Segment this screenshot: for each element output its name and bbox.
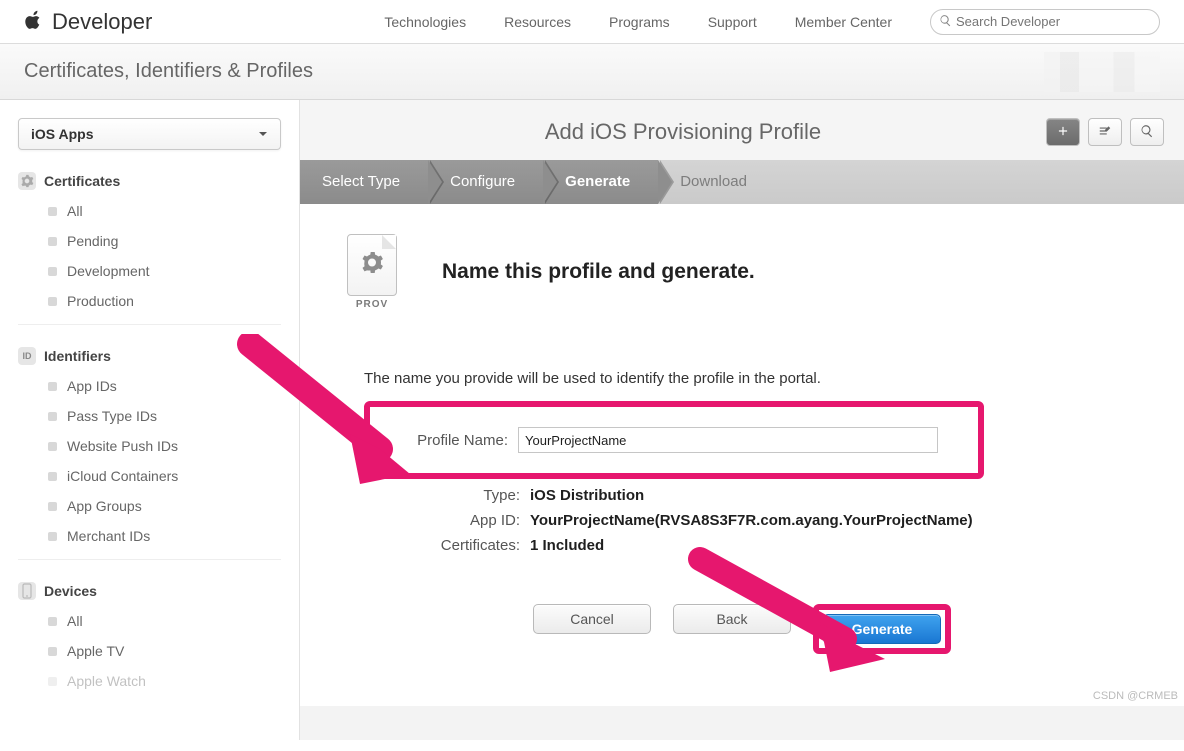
nav-link-programs[interactable]: Programs [609,14,670,30]
sidebar-item-cert-pending[interactable]: Pending [18,226,281,256]
sidebar-item-merchant-ids[interactable]: Merchant IDs [18,521,281,551]
sidebar-item-cert-production[interactable]: Production [18,286,281,316]
main-panel: Add iOS Provisioning Profile Select Type… [300,100,1184,740]
top-nav: Developer Technologies Resources Program… [0,0,1184,44]
step-configure[interactable]: Configure [428,160,543,204]
brand-title: Developer [52,9,152,35]
search-box[interactable] [930,9,1160,35]
profile-name-label: Profile Name: [388,432,518,449]
bullet-icon [48,617,57,626]
sidebar-group-certificates: Certificates All Pending Development Pro… [18,172,281,325]
certificates-icon [18,172,36,190]
sidebar-group-devices: Devices All Apple TV Apple Watch [18,582,281,704]
prov-file-label: PROV [342,299,402,310]
nav-link-resources[interactable]: Resources [504,14,571,30]
subheader-title: Certificates, Identifiers & Profiles [24,60,313,83]
sidebar-item-icloud-containers[interactable]: iCloud Containers [18,461,281,491]
sidebar-item-website-push-ids[interactable]: Website Push IDs [18,431,281,461]
bullet-icon [48,382,57,391]
bullet-icon [48,297,57,306]
generate-highlight: Generate [813,604,951,654]
action-bar: Cancel Back Generate [342,604,1142,676]
step-bar: Select Type Configure Generate Download [300,160,1184,204]
search-button[interactable] [1130,118,1164,146]
certificates-value: 1 Included [530,537,604,554]
sidebar-item-dev-all[interactable]: All [18,606,281,636]
edit-list-icon [1098,124,1112,141]
topnav-links: Technologies Resources Programs Support … [384,14,892,30]
bullet-icon [48,412,57,421]
edit-button[interactable] [1088,118,1122,146]
nav-link-technologies[interactable]: Technologies [384,14,466,30]
nav-link-support[interactable]: Support [708,14,757,30]
generate-button[interactable]: Generate [823,614,941,644]
bullet-icon [48,472,57,481]
plus-icon [1056,124,1070,141]
nav-link-member-center[interactable]: Member Center [795,14,892,30]
appid-label: App ID: [382,512,530,529]
bullet-icon [48,502,57,511]
watermark: CSDN @CRMEB [1093,690,1178,702]
sidebar-item-pass-type-ids[interactable]: Pass Type IDs [18,401,281,431]
sidebar-item-cert-all[interactable]: All [18,196,281,226]
apple-logo-icon [24,8,44,35]
profile-name-highlight: Profile Name: [364,401,984,479]
sidebar-item-app-ids[interactable]: App IDs [18,371,281,401]
appid-value: YourProjectName(RVSA8S3F7R.com.ayang.You… [530,512,973,529]
platform-selector-label: iOS Apps [31,126,94,142]
platform-selector[interactable]: iOS Apps [18,118,281,150]
profile-name-input[interactable] [518,427,938,453]
bullet-icon [48,647,57,656]
cancel-button[interactable]: Cancel [533,604,651,634]
step-download: Download [658,160,1184,204]
sidebar-group-label: Identifiers [44,348,111,364]
type-label: Type: [382,487,530,504]
bullet-icon [48,267,57,276]
chevron-down-icon [258,126,268,142]
sidebar-group-identifiers: ID Identifiers App IDs Pass Type IDs Web… [18,347,281,560]
add-button[interactable] [1046,118,1080,146]
bullet-icon [48,532,57,541]
sidebar-item-dev-apple-tv[interactable]: Apple TV [18,636,281,666]
search-icon [1140,124,1154,141]
sidebar: iOS Apps Certificates All Pending Develo… [0,100,300,740]
content-area: PROV Name this profile and generate. The… [300,204,1184,706]
sidebar-group-label: Certificates [44,173,120,189]
devices-icon [18,582,36,600]
bullet-icon [48,677,57,686]
sidebar-group-label: Devices [44,583,97,599]
step-generate[interactable]: Generate [543,160,658,204]
back-button[interactable]: Back [673,604,791,634]
search-icon [939,14,956,30]
bullet-icon [48,237,57,246]
type-value: iOS Distribution [530,487,644,504]
subheader: Certificates, Identifiers & Profiles [0,44,1184,100]
prov-file-icon: PROV [342,234,402,310]
instruction-note: The name you provide will be used to ide… [364,370,1142,387]
page-title: Add iOS Provisioning Profile [320,119,1046,145]
identifiers-icon: ID [18,347,36,365]
sidebar-item-app-groups[interactable]: App Groups [18,491,281,521]
step-select-type[interactable]: Select Type [300,160,428,204]
certificates-label: Certificates: [382,537,530,554]
bullet-icon [48,207,57,216]
bullet-icon [48,442,57,451]
sidebar-item-cert-development[interactable]: Development [18,256,281,286]
sidebar-item-dev-apple-watch[interactable]: Apple Watch [18,666,281,696]
instruction-heading: Name this profile and generate. [442,260,755,284]
search-input[interactable] [956,14,1151,29]
account-blur [1044,52,1160,92]
